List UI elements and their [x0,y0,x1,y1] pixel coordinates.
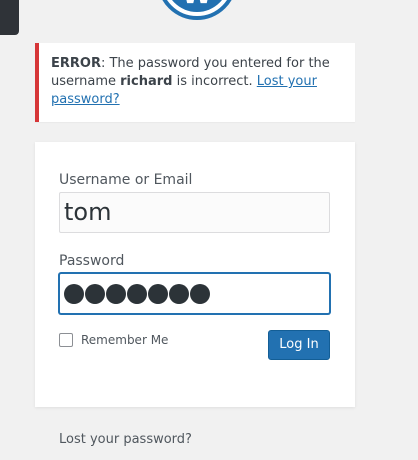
username-label: Username or Email [59,172,193,188]
wordpress-logo-icon[interactable]: W [157,0,237,20]
password-dot [127,283,147,304]
password-dot [148,283,168,304]
login-form: Username or Email tom Password Remember … [35,142,355,407]
w-glyph-icon: W [165,0,229,8]
username-value: tom [64,198,112,226]
wordpress-logo-mark-icon: W [165,0,229,12]
log-in-button[interactable]: Log In [268,330,330,360]
corner-tab [0,0,19,35]
error-notice: ERROR: The password you entered for the … [35,43,355,122]
error-username: richard [120,74,173,89]
remember-me-checkbox[interactable] [59,333,73,347]
lost-password-link[interactable]: Lost your password? [59,432,192,447]
password-dot [190,283,210,304]
remember-me-label: Remember Me [81,333,169,347]
error-prefix: ERROR [51,56,101,71]
password-dots [64,274,325,313]
error-text-2: is incorrect. [172,74,257,89]
username-field[interactable]: tom [59,192,330,233]
password-dot [85,283,105,304]
password-label: Password [59,253,125,269]
password-dot [106,283,126,304]
login-page: W ERROR: The password you entered for th… [0,0,418,460]
password-field[interactable] [59,273,330,314]
remember-me[interactable]: Remember Me [59,333,168,347]
password-dot [64,283,84,304]
password-dot [169,283,189,304]
